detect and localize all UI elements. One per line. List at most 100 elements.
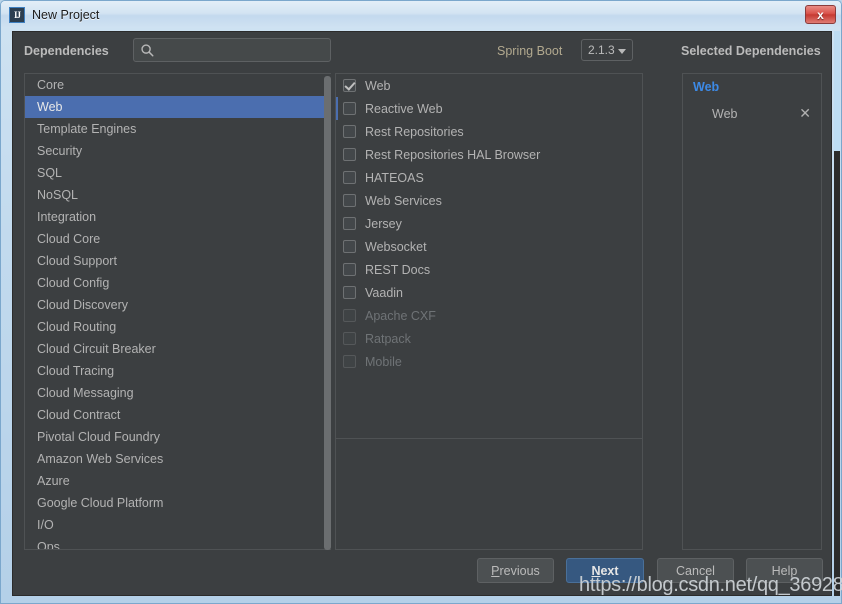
- category-item-label: Template Engines: [37, 122, 137, 136]
- search-input[interactable]: [133, 38, 331, 62]
- category-item[interactable]: Cloud Core: [25, 228, 330, 250]
- watermark-text: https://blog.csdn.net/qq_36928715: [579, 574, 842, 596]
- checkbox-icon[interactable]: [343, 79, 356, 92]
- category-item[interactable]: Cloud Config: [25, 272, 330, 294]
- dependency-item[interactable]: Web Services: [336, 189, 642, 212]
- close-icon: x: [817, 7, 824, 22]
- window-right-accent-strip: [834, 31, 840, 151]
- category-item[interactable]: Ops: [25, 536, 330, 550]
- window-right-shadow-strip: [834, 151, 840, 596]
- checkbox-icon[interactable]: [343, 240, 356, 253]
- selected-dependency-name: Web: [712, 107, 738, 121]
- dependency-item-label: Jersey: [365, 216, 402, 231]
- category-item-label: I/O: [37, 518, 54, 532]
- title-bar: New Project x: [1, 1, 841, 28]
- toolbar-row: Dependencies Spring Boot 2.1.3 Selected …: [13, 32, 833, 72]
- dependency-list-divider: [336, 438, 642, 439]
- category-item[interactable]: Cloud Tracing: [25, 360, 330, 382]
- category-item[interactable]: Integration: [25, 206, 330, 228]
- category-item[interactable]: Core: [25, 74, 330, 96]
- dependency-list-items: Web Reactive Web Rest Repositories Rest Rep…: [336, 74, 642, 373]
- dependency-item[interactable]: Vaadin: [336, 281, 642, 304]
- category-item-label: Cloud Discovery: [37, 298, 129, 312]
- checkbox-icon[interactable]: [343, 263, 356, 276]
- category-item[interactable]: Cloud Discovery: [25, 294, 330, 316]
- category-scrollbar-thumb[interactable]: [324, 76, 331, 550]
- chevron-down-icon: [618, 49, 626, 54]
- dependency-item-label: Apache CXF: [365, 308, 436, 323]
- category-item-label: NoSQL: [37, 188, 78, 202]
- dependency-item[interactable]: Websocket: [336, 235, 642, 258]
- dependency-item[interactable]: Reactive Web: [336, 97, 642, 120]
- category-item[interactable]: Amazon Web Services: [25, 448, 330, 470]
- category-item[interactable]: Security: [25, 140, 330, 162]
- selected-group-title: Web: [693, 80, 720, 94]
- dependency-item-label: HATEOAS: [365, 170, 424, 185]
- checkbox-icon[interactable]: [343, 125, 356, 138]
- dependency-item[interactable]: Rest Repositories HAL Browser: [336, 143, 642, 166]
- close-icon[interactable]: ✕: [799, 106, 811, 122]
- checkbox-icon: [343, 332, 356, 345]
- dependency-item-label: Vaadin: [365, 285, 403, 300]
- dependency-item-label: Rest Repositories HAL Browser: [365, 147, 541, 162]
- dependency-list[interactable]: Web Reactive Web Rest Repositories Rest Rep…: [335, 73, 643, 550]
- category-item[interactable]: I/O: [25, 514, 330, 536]
- category-item-label: Amazon Web Services: [37, 452, 164, 466]
- spring-boot-label: Spring Boot: [497, 44, 563, 58]
- dependency-item: Ratpack: [336, 327, 642, 350]
- checkbox-icon[interactable]: [343, 286, 356, 299]
- category-item-label: Ops: [37, 540, 60, 550]
- category-item[interactable]: Google Cloud Platform: [25, 492, 330, 514]
- checkbox-icon[interactable]: [343, 171, 356, 184]
- category-item[interactable]: NoSQL: [25, 184, 330, 206]
- category-item[interactable]: SQL: [25, 162, 330, 184]
- checkbox-icon: [343, 309, 356, 322]
- category-item-label: Google Cloud Platform: [37, 496, 164, 510]
- category-item-label: Cloud Contract: [37, 408, 121, 422]
- previous-button[interactable]: Previous: [477, 558, 554, 583]
- selected-dependency-row[interactable]: Web ✕: [683, 103, 821, 125]
- dependency-item[interactable]: HATEOAS: [336, 166, 642, 189]
- checkbox-icon[interactable]: [343, 148, 356, 161]
- dependency-item-label: Rest Repositories: [365, 124, 464, 139]
- search-icon: [141, 44, 154, 57]
- category-item[interactable]: Cloud Circuit Breaker: [25, 338, 330, 360]
- category-item[interactable]: Cloud Messaging: [25, 382, 330, 404]
- category-item-label: Integration: [37, 210, 97, 224]
- dependency-item-label: Web Services: [365, 193, 442, 208]
- dependency-item-label: Websocket: [365, 239, 427, 254]
- dependency-item-label: Mobile: [365, 354, 402, 369]
- dependency-item[interactable]: Jersey: [336, 212, 642, 235]
- dependency-item-label: Ratpack: [365, 331, 411, 346]
- category-item-label: Pivotal Cloud Foundry: [37, 430, 160, 444]
- category-item-label: Cloud Core: [37, 232, 101, 246]
- category-item[interactable]: Cloud Routing: [25, 316, 330, 338]
- spring-boot-version-select[interactable]: 2.1.3: [581, 39, 633, 61]
- dependency-item[interactable]: Rest Repositories: [336, 120, 642, 143]
- dependencies-label: Dependencies: [24, 44, 109, 58]
- dependency-item: Apache CXF: [336, 304, 642, 327]
- category-item[interactable]: Pivotal Cloud Foundry: [25, 426, 330, 448]
- category-item[interactable]: Azure: [25, 470, 330, 492]
- category-item[interactable]: Cloud Support: [25, 250, 330, 272]
- dependency-item-label: REST Docs: [365, 262, 431, 277]
- checkbox-icon[interactable]: [343, 194, 356, 207]
- dialog-body: Dependencies Spring Boot 2.1.3 Selected …: [12, 31, 832, 596]
- checkbox-icon: [343, 355, 356, 368]
- new-project-dialog-window: New Project x Dependencies Spring Boot 2…: [0, 0, 842, 604]
- category-item-label: Cloud Circuit Breaker: [37, 342, 156, 356]
- selected-dependencies-label: Selected Dependencies: [681, 44, 821, 58]
- checkbox-icon[interactable]: [343, 102, 356, 115]
- category-item[interactable]: Web: [25, 96, 330, 118]
- category-item-label: Core: [37, 78, 65, 92]
- dependency-item[interactable]: Web: [336, 74, 642, 97]
- spring-boot-version-value: 2.1.3: [588, 43, 615, 57]
- close-button[interactable]: x: [805, 5, 836, 24]
- dependency-item[interactable]: REST Docs: [336, 258, 642, 281]
- checkbox-icon[interactable]: [343, 217, 356, 230]
- selected-dependencies-panel[interactable]: Web Web ✕: [682, 73, 822, 550]
- category-list[interactable]: Core Web Template Engines Security SQL NoSQL I…: [24, 73, 331, 550]
- dependency-item-label: Web: [365, 78, 391, 93]
- category-item[interactable]: Template Engines: [25, 118, 330, 140]
- category-item[interactable]: Cloud Contract: [25, 404, 330, 426]
